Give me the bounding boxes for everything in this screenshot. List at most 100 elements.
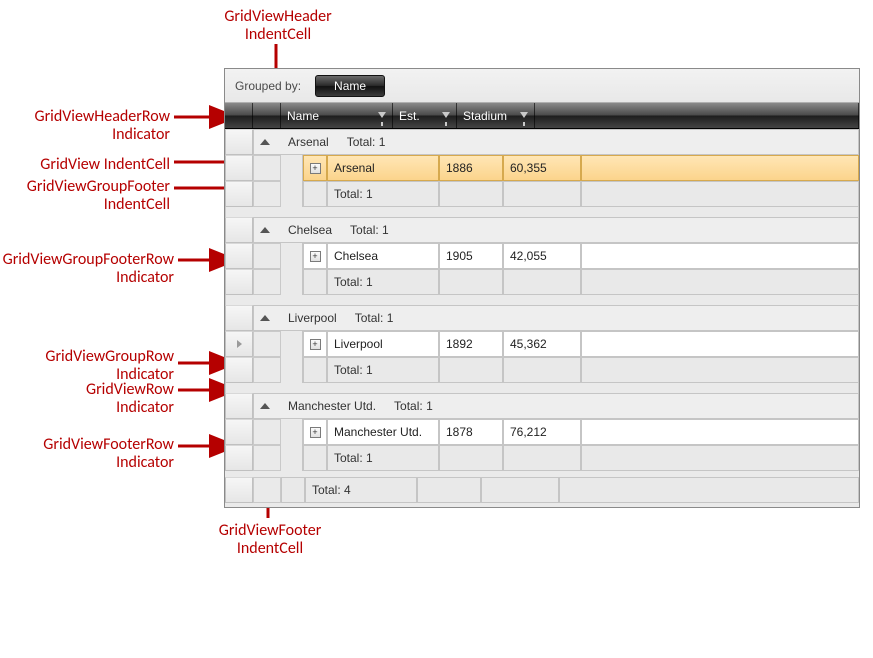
group-row[interactable]: Chelsea Total: 1 xyxy=(225,217,859,243)
group-row-content: Manchester Utd.Total: 1 xyxy=(253,393,859,419)
group-footer-row-indicator xyxy=(225,181,253,207)
gf-stadium xyxy=(503,445,581,471)
group-row-content: LiverpoolTotal: 1 xyxy=(253,305,859,331)
plus-icon: + xyxy=(310,339,321,350)
gf-expand-spacer xyxy=(303,357,327,383)
footer-indent-cell xyxy=(253,477,281,503)
footer-stadium xyxy=(481,477,559,503)
group-row[interactable]: Arsenal Total: 1 xyxy=(225,129,859,155)
header-row-indicator xyxy=(225,103,253,128)
inner-indent xyxy=(281,357,303,383)
column-header-fill xyxy=(535,103,859,128)
gf-stadium xyxy=(503,357,581,383)
gf-est xyxy=(439,445,503,471)
group-name: Liverpool xyxy=(288,311,337,325)
group-footer-row: Total: 1 xyxy=(225,357,859,383)
gf-expand-spacer xyxy=(303,181,327,207)
cell-stadium: 45,362 xyxy=(503,331,581,357)
group-footer-row-indicator xyxy=(225,269,253,295)
group-row-indicator xyxy=(225,393,253,419)
filter-icon[interactable] xyxy=(378,112,386,120)
cell-name: Arsenal xyxy=(327,155,439,181)
cell-fill xyxy=(581,419,859,445)
filter-icon[interactable] xyxy=(520,112,528,120)
indent-cell xyxy=(253,331,281,357)
plus-icon: + xyxy=(310,163,321,174)
plus-icon: + xyxy=(310,427,321,438)
group-row[interactable]: Manchester Utd.Total: 1 xyxy=(225,393,859,419)
gf-total: Total: 1 xyxy=(327,269,439,295)
indent-cell xyxy=(253,243,281,269)
cell-fill xyxy=(581,243,859,269)
cell-fill xyxy=(581,331,859,357)
anno-headerrow-indicator: GridViewHeaderRowIndicator xyxy=(10,108,170,143)
group-gap xyxy=(225,207,859,217)
inner-indent xyxy=(281,181,303,207)
filter-icon[interactable] xyxy=(442,112,450,120)
anno-groupfooter-indent: GridViewGroupFooterIndentCell xyxy=(10,178,170,213)
expand-cell[interactable]: + xyxy=(303,331,327,357)
footer-est xyxy=(417,477,481,503)
group-footer-row: Total: 1 xyxy=(225,445,859,471)
gf-fill xyxy=(581,357,859,383)
group-footer-indent-cell xyxy=(253,181,281,207)
plus-icon: + xyxy=(310,251,321,262)
inner-indent xyxy=(281,331,303,357)
table-row[interactable]: +Liverpool189245,362 xyxy=(225,331,859,357)
gf-total: Total: 1 xyxy=(327,181,439,207)
cell-est: 1905 xyxy=(439,243,503,269)
group-total: Total: 1 xyxy=(347,135,386,149)
gf-total: Total: 1 xyxy=(327,357,439,383)
group-row-indicator xyxy=(225,129,253,155)
expand-cell[interactable]: + xyxy=(303,155,327,181)
column-header-name[interactable]: Name xyxy=(281,103,393,128)
gf-stadium xyxy=(503,269,581,295)
gf-est xyxy=(439,269,503,295)
cell-est: 1892 xyxy=(439,331,503,357)
inner-indent xyxy=(281,155,303,181)
table-row[interactable]: + Chelsea190542,055 xyxy=(225,243,859,269)
anno-indent-cell: GridView IndentCell xyxy=(10,156,170,174)
cell-est: 1886 xyxy=(439,155,503,181)
group-footer-row-indicator xyxy=(225,357,253,383)
gf-stadium xyxy=(503,181,581,207)
group-name: Arsenal xyxy=(288,135,329,149)
collapse-icon[interactable] xyxy=(260,401,270,411)
collapse-icon[interactable] xyxy=(260,313,270,323)
anno-row-indicator: GridViewRowIndicator xyxy=(60,381,174,416)
gf-fill xyxy=(581,445,859,471)
row-indicator xyxy=(225,419,253,445)
collapse-icon[interactable] xyxy=(260,225,270,235)
gf-total: Total: 1 xyxy=(327,445,439,471)
group-footer-indent-cell xyxy=(253,269,281,295)
group-row[interactable]: LiverpoolTotal: 1 xyxy=(225,305,859,331)
group-footer-row: Total: 1 xyxy=(225,181,859,207)
group-by-button[interactable]: Name xyxy=(315,75,385,97)
header-row: Name Est. Stadium xyxy=(225,103,859,129)
group-row-indicator xyxy=(225,305,253,331)
footer-fill xyxy=(559,477,859,503)
expand-cell[interactable]: + xyxy=(303,243,327,269)
group-name: Chelsea xyxy=(288,223,332,237)
group-footer-row: Total: 1 xyxy=(225,269,859,295)
cell-fill xyxy=(581,155,859,181)
expand-cell[interactable]: + xyxy=(303,419,327,445)
cell-name: Chelsea xyxy=(327,243,439,269)
group-total: Total: 1 xyxy=(394,399,433,413)
table-row[interactable]: +Arsenal188660,355 xyxy=(225,155,859,181)
cell-stadium: 42,055 xyxy=(503,243,581,269)
cell-stadium: 76,212 xyxy=(503,419,581,445)
inner-indent xyxy=(281,445,303,471)
anno-header-indent: GridViewHeaderIndentCell xyxy=(208,8,348,43)
indent-cell xyxy=(253,419,281,445)
column-header-est[interactable]: Est. xyxy=(393,103,457,128)
group-total: Total: 1 xyxy=(350,223,389,237)
anno-groupfooterrow-indicator: GridViewGroupFooterRowIndicator xyxy=(0,251,174,286)
table-row[interactable]: +Manchester Utd.187876,212 xyxy=(225,419,859,445)
collapse-icon[interactable] xyxy=(260,137,270,147)
group-row-indicator xyxy=(225,217,253,243)
row-indicator xyxy=(225,243,253,269)
column-header-stadium[interactable]: Stadium xyxy=(457,103,535,128)
footer-row-indicator xyxy=(225,477,253,503)
group-panel-label: Grouped by: xyxy=(235,79,301,93)
